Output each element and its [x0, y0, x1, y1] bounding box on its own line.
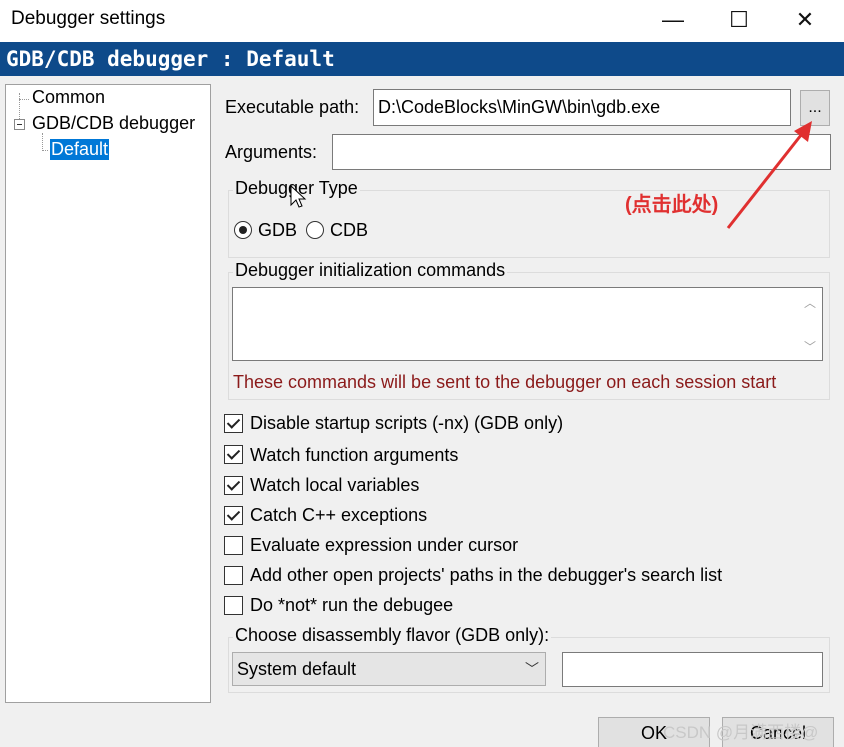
checkbox-catch-cpp-exceptions[interactable] — [224, 506, 243, 525]
tree-connector — [19, 99, 29, 100]
exe-path-label: Executable path: — [225, 97, 360, 117]
checkbox-label[interactable]: Catch C++ exceptions — [250, 505, 427, 526]
minimize-icon: — — [662, 7, 684, 32]
disassembly-flavor-extra-input[interactable] — [562, 652, 823, 687]
csdn-watermark: CSDN @月满西楼@ — [663, 723, 819, 742]
tree-collapse-icon[interactable] — [14, 119, 25, 130]
radio-cdb[interactable] — [306, 221, 324, 239]
radio-cdb-label[interactable]: CDB — [330, 220, 368, 241]
checkbox-disable-startup-scripts[interactable] — [224, 414, 243, 433]
disassembly-flavor-select[interactable]: System default ﹀ — [232, 652, 546, 686]
close-button[interactable]: ✕ — [772, 0, 838, 40]
init-commands-textarea[interactable]: ︿ ﹀ — [232, 287, 823, 361]
checkbox-label[interactable]: Watch function arguments — [250, 445, 458, 466]
tree-connector — [42, 133, 43, 151]
init-commands-note: These commands will be sent to the debug… — [233, 372, 777, 392]
textarea-scrollbar[interactable]: ︿ ﹀ — [798, 288, 822, 360]
disassembly-flavor-legend: Choose disassembly flavor (GDB only): — [233, 625, 552, 646]
window-titlebar: Debugger settings — ☐ ✕ — [0, 0, 844, 42]
scroll-down-icon[interactable]: ﹀ — [798, 334, 822, 358]
checkbox-watch-local-vars[interactable] — [224, 476, 243, 495]
minimize-button[interactable]: — — [640, 0, 706, 40]
close-icon: ✕ — [795, 7, 815, 32]
checkbox-label[interactable]: Disable startup scripts (-nx) (GDB only) — [250, 413, 563, 434]
tree-item-default[interactable]: Default — [48, 138, 111, 161]
checkbox-evaluate-expression[interactable] — [224, 536, 243, 555]
disassembly-flavor-value: System default — [237, 659, 357, 679]
window-title: Debugger settings — [11, 8, 166, 29]
arguments-label: Arguments: — [225, 142, 318, 162]
checkbox-label[interactable]: Add other open projects' paths in the de… — [250, 565, 722, 586]
scroll-up-icon[interactable]: ︿ — [798, 290, 822, 314]
checkbox-label[interactable]: Evaluate expression under cursor — [250, 535, 518, 556]
page-title: GDB/CDB debugger : Default — [0, 42, 844, 76]
init-commands-legend: Debugger initialization commands — [233, 260, 508, 281]
maximize-icon: ☐ — [729, 7, 749, 32]
checkbox-do-not-run[interactable] — [224, 596, 243, 615]
mouse-cursor-icon — [290, 185, 307, 208]
click-here-annotation: (点击此处) — [625, 194, 719, 216]
radio-gdb[interactable] — [234, 221, 252, 239]
checkbox-label[interactable]: Do *not* run the debugee — [250, 595, 453, 616]
settings-tree[interactable]: Common GDB/CDB debugger Default — [5, 84, 211, 703]
tree-item-common[interactable]: Common — [32, 87, 105, 108]
red-arrow-icon — [726, 121, 812, 229]
checkbox-watch-function-args[interactable] — [224, 445, 243, 464]
checkbox-add-project-paths[interactable] — [224, 566, 243, 585]
maximize-button[interactable]: ☐ — [706, 0, 772, 40]
chevron-down-icon: ﹀ — [525, 661, 539, 677]
radio-gdb-label[interactable]: GDB — [258, 220, 297, 241]
tree-item-gdb-cdb-debugger[interactable]: GDB/CDB debugger — [32, 113, 195, 134]
tree-connector — [42, 150, 50, 151]
checkbox-label[interactable]: Watch local variables — [250, 475, 419, 496]
